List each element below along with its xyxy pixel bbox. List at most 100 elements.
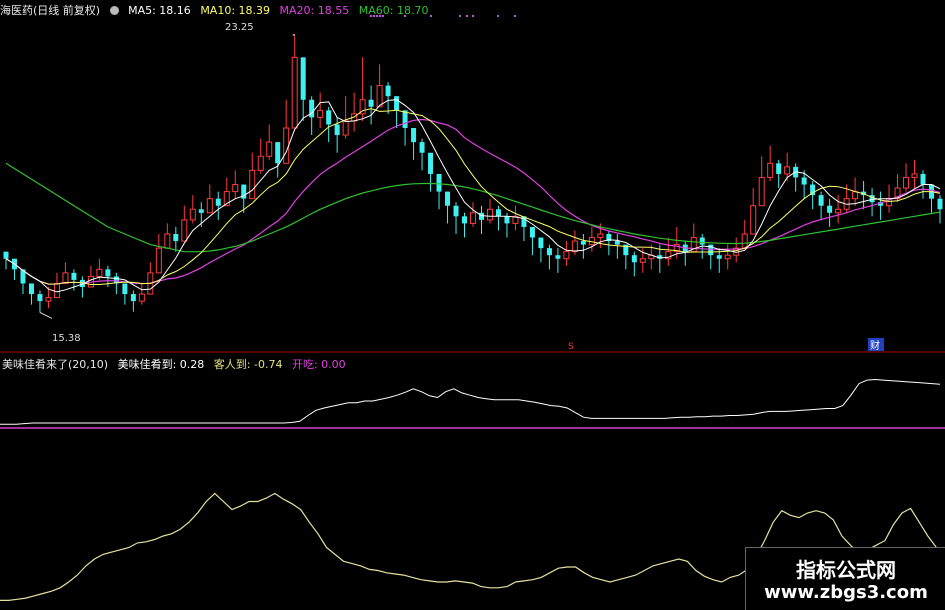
candle-body xyxy=(538,237,544,249)
candle-body xyxy=(767,162,774,178)
candle-body xyxy=(835,208,842,214)
candle-body xyxy=(45,297,52,302)
watermark: 指标公式网 www.zbgs3.com xyxy=(745,547,945,610)
candle-body xyxy=(699,237,705,245)
candle-body xyxy=(741,233,748,249)
candle-body xyxy=(529,226,535,238)
candle-body xyxy=(105,269,111,277)
stock-title[interactable]: 海医药(日线 前复权) xyxy=(0,4,100,17)
candle-body xyxy=(96,268,103,277)
candle-body xyxy=(300,57,306,100)
candle-body xyxy=(571,240,578,253)
candle-body xyxy=(758,176,765,207)
candle-body xyxy=(555,255,561,259)
signal-dot xyxy=(466,15,468,17)
watermark-title: 指标公式网 xyxy=(796,558,896,582)
candle-body xyxy=(376,85,383,108)
candle-body xyxy=(495,209,501,217)
candle-body xyxy=(62,272,69,284)
indicator-header: 美味佳肴来了(20,10) 美味佳肴到: 0.28 客人到: -0.74 开吃:… xyxy=(2,356,352,372)
candle-body xyxy=(275,142,281,164)
candle-body xyxy=(266,141,273,157)
candle-body xyxy=(53,282,60,299)
low-price-label: 15.38 xyxy=(52,333,81,344)
candle-body xyxy=(453,205,459,217)
candle-body xyxy=(504,216,510,224)
ma5-value: MA5: 18.16 xyxy=(128,4,191,17)
candle-body xyxy=(3,251,9,259)
indicator-panel[interactable] xyxy=(0,378,945,429)
candle-body xyxy=(827,205,833,213)
candle-body xyxy=(155,247,162,274)
candle-body xyxy=(28,283,34,295)
candle-body xyxy=(164,233,171,249)
candle-body xyxy=(368,99,374,107)
candle-body xyxy=(215,198,221,206)
indicator-value-2: 客人到: -0.74 xyxy=(213,358,283,371)
candle-body xyxy=(639,258,646,263)
stock-chart[interactable]: 23.25 15.38 S 财 xyxy=(0,0,945,609)
candle-body xyxy=(257,155,264,171)
candle-body xyxy=(784,166,791,175)
candle-body xyxy=(291,56,298,129)
indicator-name[interactable]: 美味佳肴来了(20,10) xyxy=(2,358,108,371)
candle-body xyxy=(445,191,451,206)
candle-body xyxy=(385,85,391,97)
candle-body xyxy=(801,177,807,185)
candle-body xyxy=(249,169,256,200)
candle-body xyxy=(462,216,468,224)
candle-body xyxy=(138,293,145,302)
candle-body xyxy=(130,294,136,302)
candle-body xyxy=(189,208,196,221)
candle-body xyxy=(750,205,757,235)
signal-dot xyxy=(497,15,499,17)
candle-body xyxy=(920,173,926,185)
candle-body xyxy=(122,283,128,295)
candle-body xyxy=(631,255,637,263)
candle-body xyxy=(911,173,918,178)
candle-body xyxy=(173,234,179,242)
ma20-value: MA20: 18.55 xyxy=(279,4,350,17)
candle-body xyxy=(342,120,349,136)
candle-body xyxy=(597,233,604,239)
candle-body xyxy=(317,109,324,118)
gear-icon[interactable] xyxy=(109,6,119,15)
low-price-marker xyxy=(39,311,53,319)
candle-body xyxy=(470,212,476,224)
candle-body xyxy=(724,254,731,260)
indicator-line xyxy=(0,378,941,425)
candle-body xyxy=(37,294,43,302)
candle-body xyxy=(580,241,586,245)
ma60-value: MA60: 18.70 xyxy=(358,4,429,17)
candle-body xyxy=(903,176,910,189)
candle-body xyxy=(283,127,290,164)
candle-body xyxy=(181,219,188,242)
candle-body xyxy=(198,209,204,213)
candle-body xyxy=(937,198,943,210)
candle-body xyxy=(419,142,425,153)
high-price-label: 23.25 xyxy=(225,22,254,33)
candle-body xyxy=(428,152,434,174)
candle-body xyxy=(411,128,417,143)
signal-dot xyxy=(514,15,516,17)
candle-body xyxy=(436,173,442,192)
signal-dot xyxy=(472,15,474,17)
indicator-value-1: 美味佳肴到: 0.28 xyxy=(117,358,205,371)
candle-body xyxy=(326,110,332,125)
candle-body xyxy=(818,195,824,206)
candle-body xyxy=(614,241,620,245)
candle-body xyxy=(334,124,340,136)
candle-body xyxy=(206,198,213,214)
candle-body xyxy=(776,163,782,174)
signal-dot xyxy=(459,15,461,17)
finance-marker[interactable]: 财 xyxy=(870,339,880,352)
ma5-line xyxy=(5,99,941,293)
candle-body xyxy=(716,255,722,259)
watermark-url: www.zbgs3.com xyxy=(764,582,928,603)
candle-body xyxy=(71,272,77,280)
candle-body xyxy=(394,96,400,111)
candle-body xyxy=(546,248,552,256)
candle-body xyxy=(486,208,493,221)
ma10-value: MA10: 18.39 xyxy=(200,4,271,17)
kline-panel[interactable] xyxy=(3,15,943,319)
